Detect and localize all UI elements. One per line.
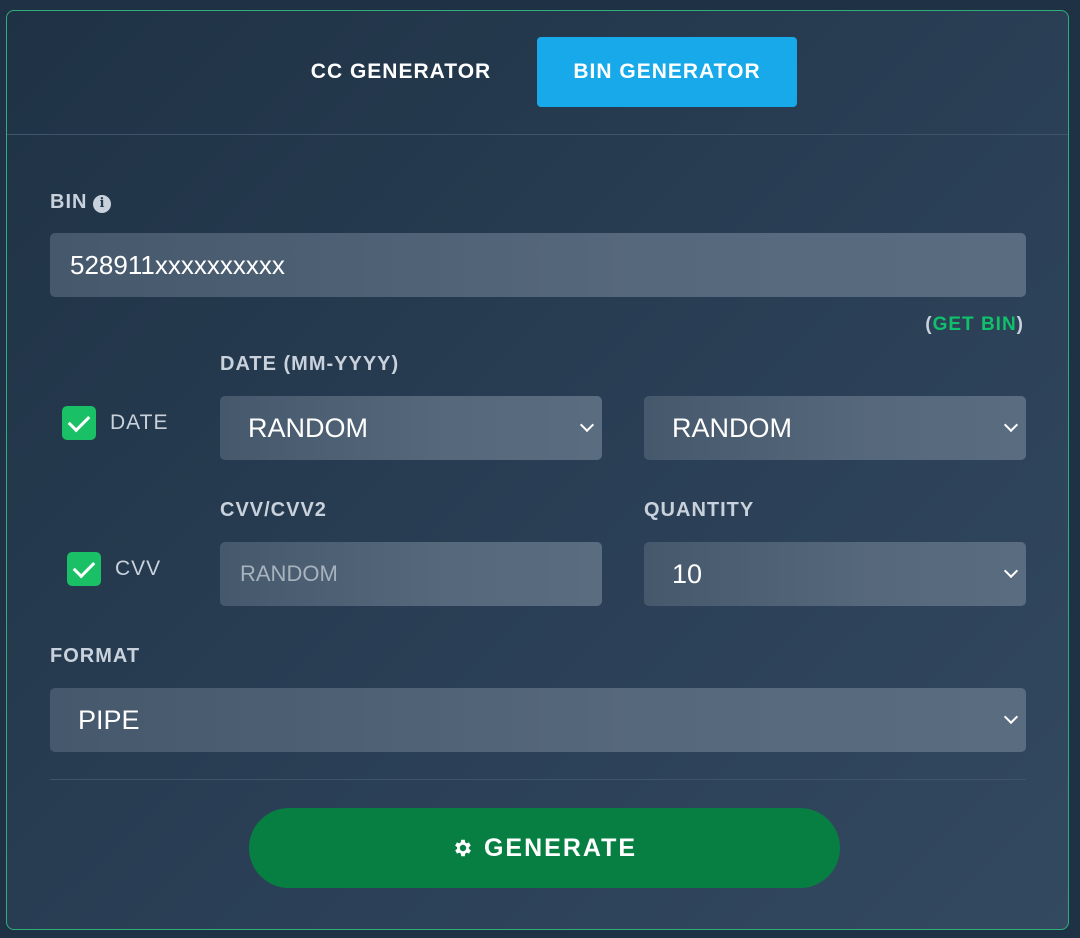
quantity-select[interactable]: 10 bbox=[644, 542, 1026, 606]
checkmark-icon bbox=[67, 409, 91, 433]
date-label: DATE (MM-YYYY) bbox=[220, 353, 400, 375]
month-select-value: RANDOM bbox=[248, 412, 368, 443]
tab-cc-generator[interactable]: CC GENERATOR bbox=[293, 37, 509, 107]
year-select-value: RANDOM bbox=[672, 412, 792, 443]
chevron-down-icon bbox=[1003, 417, 1019, 433]
cvv-label: CVV/CVV2 bbox=[220, 499, 327, 521]
gear-icon bbox=[455, 839, 471, 857]
paren-open: ( bbox=[925, 314, 933, 335]
get-bin-link[interactable]: GET BIN bbox=[933, 314, 1017, 335]
date-checkbox[interactable] bbox=[62, 406, 96, 440]
divider bbox=[50, 779, 1026, 780]
cvv-checkbox[interactable] bbox=[67, 552, 101, 586]
generator-card: CC GENERATOR BIN GENERATOR BIN i 528911xx… bbox=[6, 10, 1069, 930]
format-select[interactable]: PIPE bbox=[50, 688, 1026, 752]
date-checkbox-label: DATE bbox=[110, 411, 169, 434]
cvv-input[interactable]: RANDOM bbox=[220, 542, 602, 606]
format-select-value: PIPE bbox=[78, 704, 140, 735]
get-bin-link-row: (GET BIN) bbox=[925, 314, 1024, 336]
generate-button[interactable]: GENERATE bbox=[249, 808, 840, 888]
cvv-checkbox-row[interactable]: CVV bbox=[67, 552, 161, 586]
info-circle-icon[interactable]: i bbox=[93, 195, 112, 213]
chevron-down-icon bbox=[579, 417, 595, 433]
format-label: FORMAT bbox=[50, 645, 141, 667]
paren-close: ) bbox=[1016, 314, 1024, 335]
year-select[interactable]: RANDOM bbox=[644, 396, 1026, 460]
quantity-select-value: 10 bbox=[672, 558, 703, 589]
month-select[interactable]: RANDOM bbox=[220, 396, 602, 460]
chevron-down-icon bbox=[1003, 709, 1019, 725]
bin-label: BIN bbox=[50, 191, 88, 213]
cvv-checkbox-label: CVV bbox=[115, 557, 162, 580]
generate-button-label: GENERATE bbox=[483, 833, 638, 862]
date-checkbox-row[interactable]: DATE bbox=[62, 406, 168, 440]
bin-input[interactable]: 528911xxxxxxxxxx bbox=[50, 233, 1026, 297]
tab-bar: CC GENERATOR BIN GENERATOR bbox=[7, 11, 1068, 135]
tab-bin-generator[interactable]: BIN GENERATOR bbox=[537, 37, 797, 107]
chevron-down-icon bbox=[1003, 563, 1019, 579]
bin-label-row: BIN i bbox=[50, 191, 112, 214]
quantity-label: QUANTITY bbox=[644, 499, 755, 521]
checkmark-icon bbox=[72, 555, 96, 579]
